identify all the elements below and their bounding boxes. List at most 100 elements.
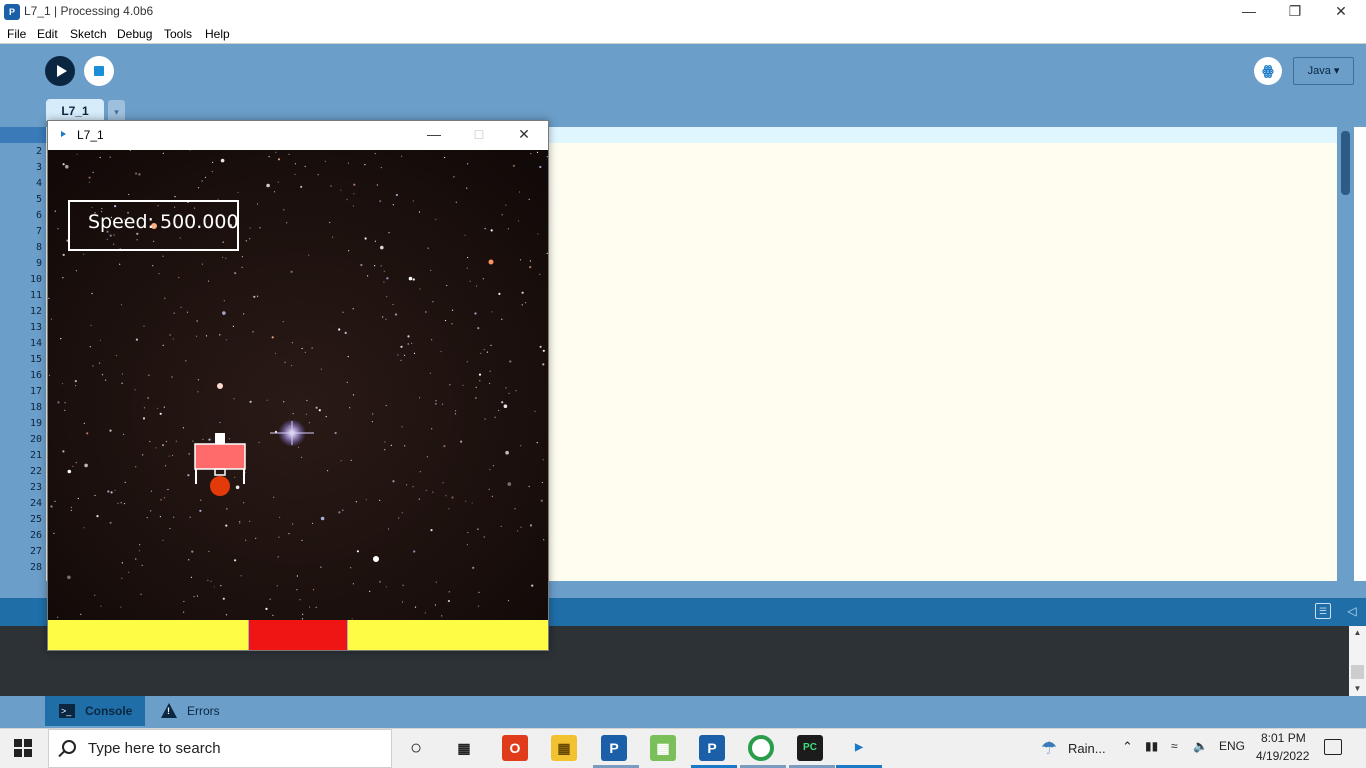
star [48, 374, 51, 376]
star [432, 301, 434, 303]
close-button[interactable]: ✕ [1318, 0, 1364, 24]
processing-icon[interactable]: P [699, 735, 725, 761]
mode-selector[interactable]: Java ▾ [1293, 57, 1354, 85]
star [265, 607, 268, 610]
star [498, 292, 501, 295]
star [371, 421, 373, 423]
star [418, 211, 421, 213]
menu-tools[interactable]: Tools [164, 27, 192, 41]
volume-icon[interactable]: 🔈 [1193, 739, 1208, 753]
star [191, 550, 194, 553]
minimize-button[interactable]: — [1226, 0, 1272, 24]
stop-button[interactable] [84, 56, 114, 86]
star [384, 441, 386, 443]
star [234, 559, 237, 562]
star [435, 403, 437, 405]
language-indicator[interactable]: ENG [1219, 739, 1245, 753]
sketch-window-icon[interactable]: ▶ [846, 735, 872, 761]
star [338, 328, 341, 331]
wifi-icon[interactable]: ≈ [1171, 739, 1178, 753]
star [446, 284, 448, 287]
star [99, 156, 101, 159]
menu-file[interactable]: File [7, 27, 26, 41]
clock-time[interactable]: 8:01 PM [1261, 731, 1306, 745]
collapse-console-icon[interactable]: ◁ [1344, 603, 1360, 619]
star [512, 164, 515, 167]
sketch-minimize-button[interactable]: — [412, 121, 456, 149]
line-number: 17 [29, 386, 42, 397]
windows-start-icon[interactable] [14, 739, 32, 757]
scroll-down-icon[interactable]: ▼ [1349, 682, 1366, 696]
tab-errors[interactable]: Errors [187, 704, 220, 718]
tab-console-label[interactable]: Console [85, 704, 132, 718]
star [92, 365, 94, 367]
run-button[interactable] [45, 56, 75, 86]
notification-icon[interactable] [1324, 739, 1342, 755]
sketch-close-button[interactable]: ✕ [502, 121, 546, 149]
star [466, 544, 468, 546]
star [352, 308, 354, 310]
star [243, 313, 245, 315]
editor-scrollbar-thumb[interactable] [1341, 131, 1350, 195]
line-number-gutter: 1234567891011121314151617181920212223242… [0, 127, 46, 581]
star [148, 374, 150, 376]
star [346, 381, 348, 383]
clock-date[interactable]: 4/19/2022 [1256, 749, 1309, 763]
copy-console-icon[interactable]: ☰ [1315, 603, 1331, 619]
editor-scrollbar[interactable] [1337, 127, 1354, 581]
star [414, 606, 417, 608]
star [494, 416, 496, 418]
task-view-icon[interactable]: ▦ [451, 735, 477, 761]
star [192, 440, 194, 442]
star [164, 465, 167, 467]
chevron-up-icon[interactable]: ⌃ [1122, 739, 1133, 755]
star [219, 421, 221, 424]
star [152, 265, 154, 267]
star [474, 312, 477, 315]
star [529, 524, 533, 527]
star [477, 528, 479, 530]
tab-l7-1[interactable]: L7_1 [46, 99, 104, 121]
file-explorer-icon[interactable]: ▦ [551, 735, 577, 761]
weather-text[interactable]: Rain... [1068, 741, 1106, 756]
network-tool-icon[interactable]: ▦ [650, 735, 676, 761]
star [430, 269, 432, 271]
star [67, 469, 72, 474]
sketch-maximize-button[interactable]: □ [457, 121, 501, 149]
menu-sketch[interactable]: Sketch [70, 27, 107, 41]
title-bar [0, 0, 1366, 24]
cortana-icon[interactable]: ○ [403, 735, 429, 761]
menu-help[interactable]: Help [205, 27, 230, 41]
battery-icon[interactable]: ▮▮ [1145, 739, 1158, 753]
star [202, 438, 204, 440]
star [150, 510, 152, 512]
star [356, 550, 359, 553]
star [419, 288, 421, 290]
scroll-up-icon[interactable]: ▲ [1349, 626, 1366, 640]
menu-edit[interactable]: Edit [37, 27, 58, 41]
search-placeholder[interactable]: Type here to search [88, 740, 221, 757]
pycharm-icon[interactable]: PC [797, 735, 823, 761]
star [448, 508, 450, 510]
umbrella-icon[interactable]: ☂ [1038, 737, 1060, 759]
console-scrollbar-thumb[interactable] [1351, 665, 1364, 679]
menu-debug[interactable]: Debug [117, 27, 152, 41]
star [187, 474, 190, 477]
star [96, 515, 99, 518]
restore-button[interactable]: ❐ [1272, 0, 1318, 24]
debugger-button[interactable]: ꙮ [1254, 57, 1282, 85]
star [489, 468, 491, 471]
star [99, 339, 101, 341]
tab-menu-chevron-down-icon[interactable]: ▾ [108, 100, 125, 121]
console-scrollbar[interactable]: ▲ ▼ [1349, 626, 1366, 696]
star [425, 489, 427, 491]
office-icon[interactable]: O [502, 735, 528, 761]
processing-icon[interactable]: P [601, 735, 627, 761]
star [241, 266, 243, 268]
star [529, 260, 531, 262]
star [519, 259, 522, 261]
chrome-icon[interactable] [748, 735, 774, 761]
star [128, 193, 130, 196]
star [67, 575, 71, 580]
line-number: 10 [29, 274, 42, 285]
